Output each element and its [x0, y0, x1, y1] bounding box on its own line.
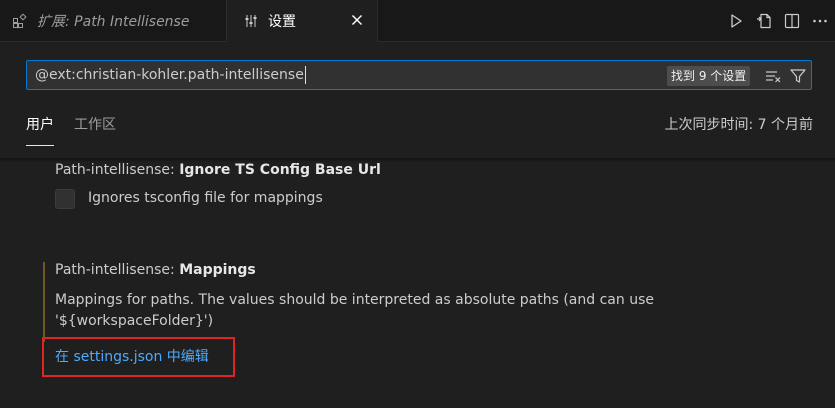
sync-status: 上次同步时间: 7 个月前	[664, 117, 813, 133]
setting-name: Mappings	[179, 262, 256, 278]
tab-extension-label: 扩展: Path Intellisense	[37, 13, 190, 30]
filter-icon[interactable]	[789, 67, 807, 85]
editor-actions	[727, 0, 829, 41]
split-editor-icon[interactable]	[783, 12, 801, 30]
checkbox-label: Ignores tsconfig file for mappings	[88, 190, 323, 206]
tab-extension-path-intellisense[interactable]: 扩展: Path Intellisense	[0, 0, 227, 41]
setting-category: Path-intellisense:	[55, 262, 180, 278]
setting-modified-indicator	[43, 262, 45, 342]
setting-title-ignore-ts-config: Path-intellisense: Ignore TS Config Base…	[55, 162, 381, 178]
ignore-tsconfig-checkbox[interactable]	[55, 189, 75, 209]
settings-search-input[interactable]: @ext:christian-kohler.path-intellisense	[35, 61, 306, 89]
settings-search-box[interactable]: @ext:christian-kohler.path-intellisense …	[26, 60, 812, 90]
more-actions-icon[interactable]	[811, 12, 829, 30]
close-icon[interactable]	[349, 12, 365, 28]
setting-name: Ignore TS Config Base Url	[179, 162, 381, 178]
run-icon[interactable]	[727, 12, 745, 30]
tab-settings-label: 设置	[268, 14, 296, 30]
search-query-text: @ext:christian-kohler.path-intellisense	[35, 67, 304, 83]
setting-description: Mappings for paths. The values should be…	[55, 292, 654, 329]
tab-user[interactable]: 用户	[26, 110, 54, 146]
clear-filter-icon[interactable]	[764, 67, 782, 85]
setting-title-mappings: Path-intellisense: Mappings	[55, 262, 256, 278]
tab-workspace[interactable]: 工作区	[74, 110, 116, 140]
extensions-icon	[13, 12, 27, 28]
search-result-count: 找到 9 个设置	[667, 66, 751, 86]
edit-in-settings-json-link[interactable]: 在 settings.json 中编辑	[55, 346, 209, 366]
settings-sliders-icon	[245, 15, 257, 27]
tab-settings[interactable]: 设置	[227, 0, 378, 42]
setting-category: Path-intellisense:	[55, 162, 180, 178]
text-caret	[304, 66, 306, 84]
editor-tab-bar: 扩展: Path Intellisense 设置	[0, 0, 835, 42]
open-settings-json-icon[interactable]	[755, 12, 773, 30]
settings-scope-tabs: 用户 工作区	[26, 110, 116, 146]
